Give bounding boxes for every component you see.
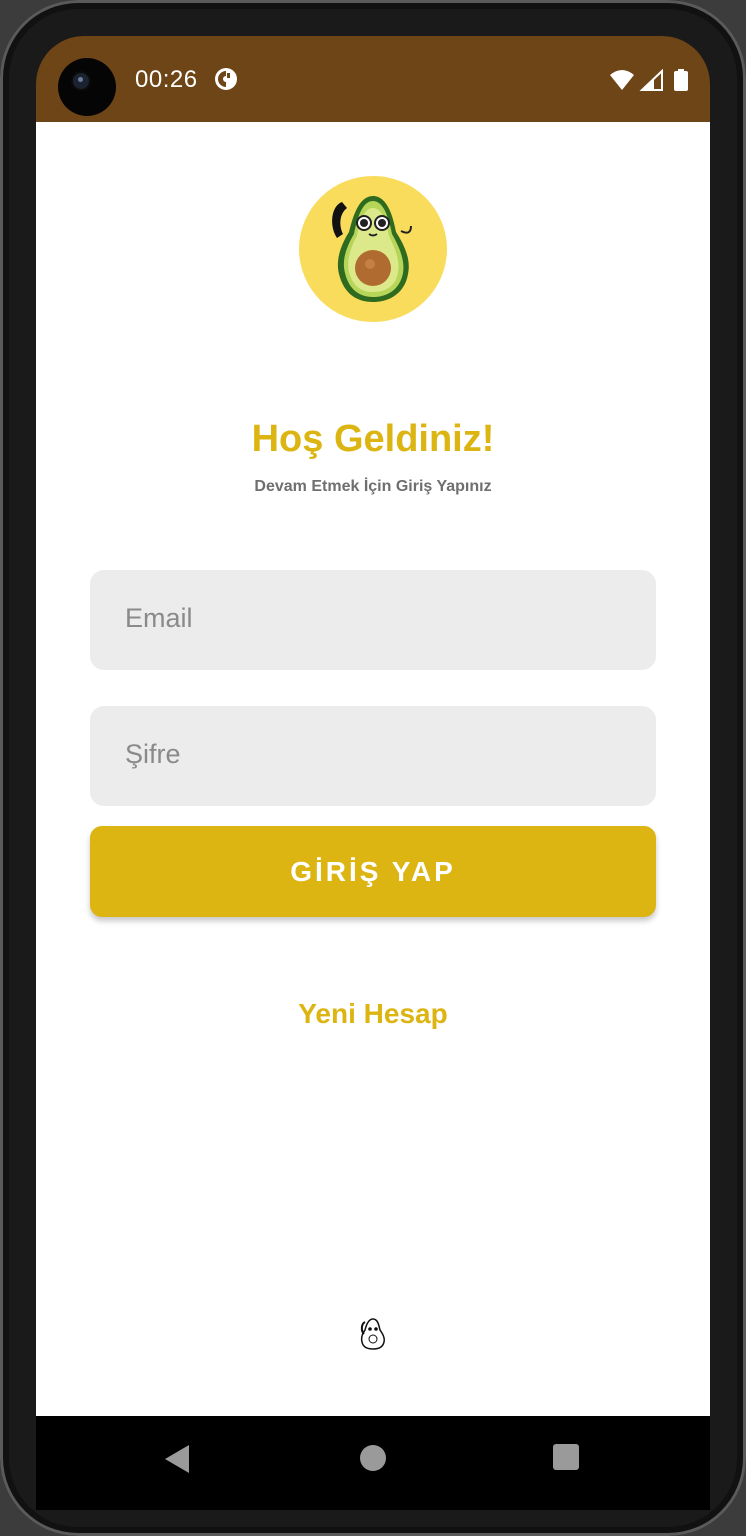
email-field[interactable]: Email <box>90 570 656 670</box>
back-icon[interactable] <box>162 1443 192 1475</box>
wifi-icon <box>610 70 634 90</box>
front-camera <box>58 58 116 116</box>
welcome-title: Hoş Geldiniz! <box>251 418 495 460</box>
home-icon[interactable] <box>360 1445 386 1471</box>
battery-icon <box>674 69 688 91</box>
status-bar: 00:26 <box>36 36 710 122</box>
login-button[interactable]: GİRİŞ YAP <box>90 826 656 917</box>
system-nav-bar <box>36 1416 710 1510</box>
welcome-subtitle: Devam Etmek İçin Giriş Yapınız <box>254 478 492 495</box>
screen: 00:26 Hoş Geldiniz! Devam Etmek İçin Gir… <box>36 36 710 1510</box>
device-frame: 00:26 Hoş Geldiniz! Devam Etmek İçin Gir… <box>0 0 746 1536</box>
recents-icon[interactable] <box>553 1444 579 1470</box>
signup-link[interactable]: Yeni Hesap <box>36 998 710 1030</box>
signal-icon <box>639 69 663 91</box>
login-screen: Hoş Geldiniz! Devam Etmek İçin Giriş Yap… <box>36 122 710 1416</box>
password-placeholder: Şifre <box>125 739 181 769</box>
avocado-mini-logo-icon <box>360 1318 385 1350</box>
avocado-phone-logo-icon <box>299 176 447 322</box>
system-icons <box>610 69 688 91</box>
email-placeholder: Email <box>125 603 193 633</box>
data-saver-icon <box>215 68 237 90</box>
password-field[interactable]: Şifre <box>90 706 656 806</box>
status-time: 00:26 <box>135 66 198 93</box>
